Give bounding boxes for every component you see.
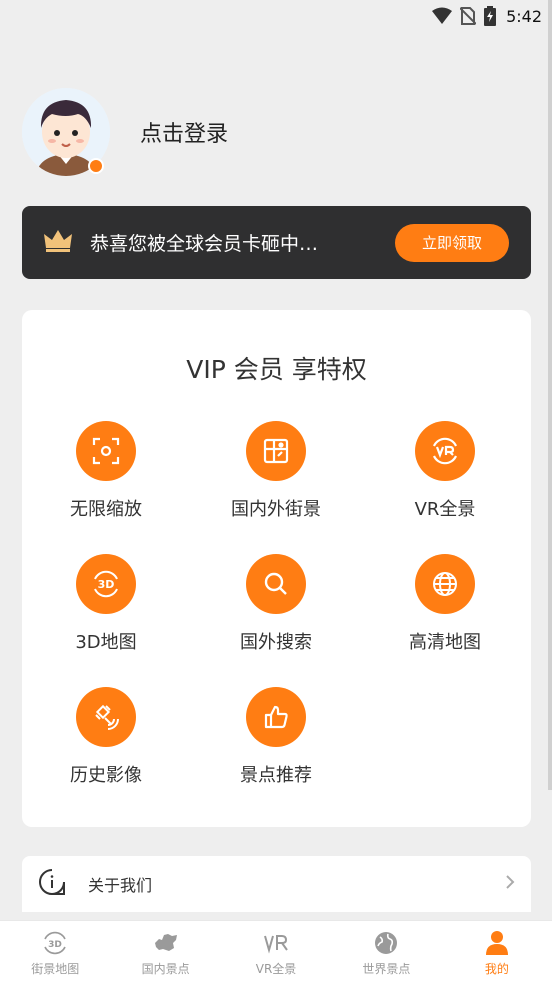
search-icon [246, 554, 306, 614]
no-sim-icon [460, 7, 477, 25]
feature-label: 无限缩放 [70, 499, 142, 520]
nav-mine[interactable]: 我的 [442, 921, 552, 983]
crown-icon [44, 229, 72, 256]
scrollbar[interactable] [548, 0, 552, 790]
thumbs-up-icon [246, 687, 306, 747]
status-time: 5:42 [506, 6, 542, 26]
globe-icon [415, 554, 475, 614]
nav-label: VR全景 [255, 961, 297, 976]
login-link[interactable]: 点击登录 [140, 116, 228, 148]
feature-vr[interactable]: VR全景 [380, 421, 510, 521]
feature-zoom[interactable]: 无限缩放 [41, 421, 171, 521]
person-icon [485, 930, 509, 956]
nav-street-map[interactable]: 3D 街景地图 [0, 921, 110, 983]
banner-text: 恭喜您被全球会员卡砸中… [90, 233, 319, 255]
feature-hd-map[interactable]: 高清地图 [380, 554, 510, 654]
about-us-label: 关于我们 [88, 876, 153, 895]
nav-label: 街景地图 [31, 961, 80, 976]
vr-icon [415, 421, 475, 481]
feature-label: VR全景 [414, 499, 476, 520]
vr-icon [263, 930, 289, 956]
bottom-nav: 3D 街景地图 国内景点 VR全景 世界景点 我的 [0, 920, 552, 983]
nav-domestic-attractions[interactable]: 国内景点 [110, 921, 220, 983]
vip-title: VIP 会员 享特权 [186, 355, 367, 384]
nav-label: 我的 [484, 961, 509, 976]
claim-now-button[interactable]: 立即领取 [395, 223, 509, 262]
globe-icon [374, 930, 398, 956]
feature-label: 国外搜索 [240, 632, 312, 653]
street-view-icon [246, 421, 306, 481]
feature-3d-map[interactable]: 3D 3D地图 [41, 554, 171, 654]
chevron-right-icon [505, 874, 515, 894]
feature-historical-imagery[interactable]: 历史影像 [41, 687, 171, 787]
status-bar: 5:42 [0, 0, 552, 32]
feature-attraction-recommend[interactable]: 景点推荐 [211, 687, 341, 787]
info-icon [38, 868, 66, 900]
wifi-icon [432, 7, 453, 25]
3d-icon: 3D [42, 930, 68, 956]
feature-label: 历史影像 [70, 765, 142, 786]
3d-map-icon: 3D [76, 554, 136, 614]
svg-text:3D: 3D [98, 578, 115, 591]
vip-privileges-card: VIP 会员 享特权 无限缩放 国内外街景 VR全景 3D 3D地图 国外搜索 … [22, 310, 531, 827]
feature-label: 景点推荐 [240, 765, 312, 786]
feature-label: 国内外街景 [231, 499, 321, 520]
feature-street-view[interactable]: 国内外街景 [211, 421, 341, 521]
nav-vr-panorama[interactable]: VR全景 [221, 921, 331, 983]
vip-promo-banner[interactable]: 恭喜您被全球会员卡砸中… 立即领取 [22, 206, 531, 279]
feature-overseas-search[interactable]: 国外搜索 [211, 554, 341, 654]
svg-text:3D: 3D [48, 940, 62, 950]
feature-label: 3D地图 [75, 632, 137, 653]
zoom-icon [76, 421, 136, 481]
nav-world-attractions[interactable]: 世界景点 [331, 921, 441, 983]
avatar-badge [88, 158, 104, 174]
profile-header[interactable]: 点击登录 [22, 88, 228, 176]
nav-label: 世界景点 [362, 961, 411, 976]
feature-label: 高清地图 [409, 632, 481, 653]
battery-icon [484, 6, 497, 26]
satellite-icon [76, 687, 136, 747]
nav-label: 国内景点 [141, 961, 190, 976]
china-map-icon [153, 930, 179, 956]
about-us-row[interactable]: 关于我们 [22, 856, 531, 912]
